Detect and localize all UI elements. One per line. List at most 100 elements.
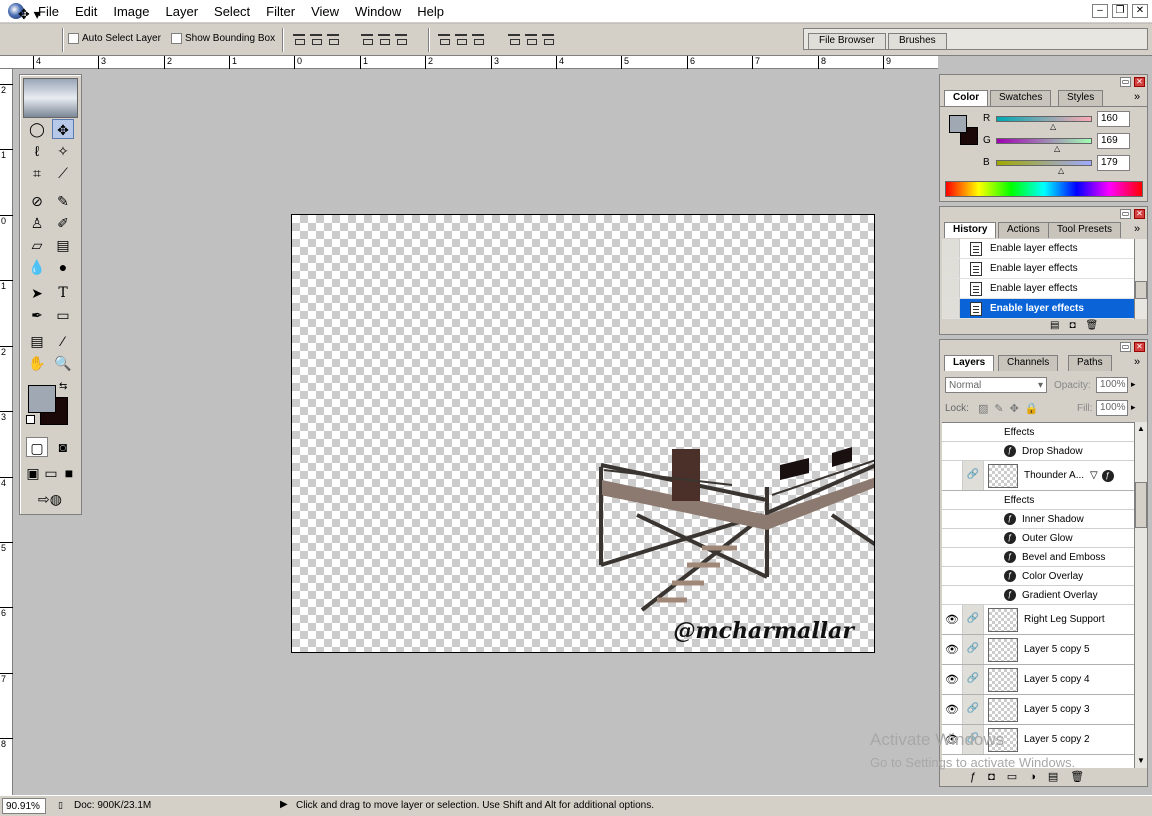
add-layer-style-icon[interactable]: ƒ — [970, 771, 988, 783]
pen-icon[interactable]: ✒ — [26, 305, 48, 325]
effects-group-row[interactable]: Effects — [942, 423, 1134, 442]
fill-field[interactable]: 100% — [1096, 400, 1128, 416]
default-colors-icon[interactable] — [26, 415, 35, 424]
restore-icon[interactable]: ❐ — [1112, 4, 1128, 18]
eye-icon[interactable]: 👁 — [942, 673, 962, 686]
eyedropper-icon[interactable]: ⁄ — [52, 331, 74, 351]
link-icon[interactable]: 🔗 — [962, 461, 984, 490]
menu-layer[interactable]: Layer — [158, 4, 207, 19]
blue-slider[interactable] — [996, 160, 1092, 166]
new-group-icon[interactable]: ▭ — [1007, 771, 1029, 783]
effect-row[interactable]: ƒ Gradient Overlay — [942, 586, 1134, 605]
effect-row[interactable]: ƒ Color Overlay — [942, 567, 1134, 586]
history-item[interactable]: Enable layer effects — [942, 259, 1134, 279]
menu-view[interactable]: View — [303, 4, 347, 19]
effect-row[interactable]: ƒ Drop Shadow — [942, 442, 1134, 461]
red-slider-handle-icon[interactable]: △ — [1050, 122, 1056, 131]
green-value-field[interactable]: 169 — [1097, 133, 1130, 149]
align-left-icon[interactable] — [360, 31, 374, 45]
file-browser-tab[interactable]: File Browser — [808, 33, 886, 49]
menu-select[interactable]: Select — [206, 4, 258, 19]
quick-mask-icon[interactable]: ◙ — [52, 437, 74, 457]
fill-arrow-icon[interactable]: ▸ — [1131, 402, 1136, 413]
rectangle-shape-icon[interactable]: ▭ — [52, 305, 74, 325]
hand-icon[interactable]: ✋ — [26, 353, 48, 373]
show-bounding-box-checkbox[interactable]: Show Bounding Box — [171, 33, 275, 44]
document-canvas[interactable]: @mcharmallar — [291, 214, 875, 653]
clone-stamp-icon[interactable]: ♙ — [26, 213, 48, 233]
lock-all-icon[interactable]: 🔒 — [1025, 403, 1045, 415]
slice-icon[interactable]: ⟋ — [52, 163, 74, 183]
green-slider[interactable] — [996, 138, 1092, 144]
history-snapshot-checkbox[interactable] — [942, 259, 960, 278]
tab-tool-presets[interactable]: Tool Presets — [1048, 222, 1122, 238]
eye-icon[interactable]: 👁 — [942, 643, 962, 656]
trash-icon[interactable]: 🗑 — [1070, 771, 1096, 783]
blue-slider-handle-icon[interactable]: △ — [1058, 166, 1064, 175]
tab-actions[interactable]: Actions — [998, 222, 1049, 238]
lock-image-icon[interactable]: ✎ — [994, 403, 1009, 415]
tab-color[interactable]: Color — [944, 90, 989, 106]
color-spectrum-ramp[interactable] — [945, 181, 1143, 197]
effects-expand-icon[interactable]: ▽ — [1090, 470, 1098, 481]
checkbox-box[interactable] — [68, 33, 79, 44]
red-slider[interactable] — [996, 116, 1092, 122]
standard-mode-icon[interactable]: ▢ — [26, 437, 48, 457]
zoom-icon[interactable]: 🔍 — [52, 353, 74, 373]
dodge-icon[interactable]: ● — [52, 257, 74, 277]
panel-close-icon[interactable]: ✕ — [1134, 342, 1145, 352]
auto-select-layer-checkbox[interactable]: Auto Select Layer — [68, 33, 161, 44]
trash-icon[interactable]: 🗑 — [1086, 320, 1109, 331]
link-icon[interactable]: 🔗 — [962, 665, 984, 694]
distribute-top-icon[interactable] — [437, 31, 451, 45]
add-mask-icon[interactable]: ◘ — [988, 771, 1007, 783]
panel-menu-icon[interactable]: » — [1134, 223, 1140, 235]
eraser-icon[interactable]: ▱ — [26, 235, 48, 255]
lasso-icon[interactable]: ℓ — [26, 141, 48, 161]
layer-row[interactable]: 👁 🔗 Layer 5 copy 4 — [942, 665, 1134, 695]
history-scrollbar[interactable] — [1134, 239, 1147, 319]
link-icon[interactable]: 🔗 — [962, 605, 984, 634]
history-brush-icon[interactable]: ✐ — [52, 213, 74, 233]
align-bottom-icon[interactable] — [326, 31, 340, 45]
distribute-left-icon[interactable] — [507, 31, 521, 45]
history-snapshot-checkbox[interactable] — [942, 239, 960, 258]
swap-colors-icon[interactable]: ⇆ — [59, 381, 67, 392]
history-scroll-thumb[interactable] — [1135, 281, 1147, 299]
panel-minimize-icon[interactable]: ▭ — [1120, 77, 1131, 87]
menu-window[interactable]: Window — [347, 4, 409, 19]
type-tool-icon[interactable]: T — [52, 283, 74, 303]
history-snapshot-checkbox[interactable] — [942, 299, 960, 318]
align-right-icon[interactable] — [394, 31, 408, 45]
scroll-up-icon[interactable]: ▲ — [1137, 424, 1145, 433]
opacity-arrow-icon[interactable]: ▸ — [1131, 379, 1136, 390]
red-value-field[interactable]: 160 — [1097, 111, 1130, 127]
checkbox-box[interactable] — [171, 33, 182, 44]
new-layer-icon[interactable]: ▤ — [1048, 771, 1070, 783]
standard-screen-icon[interactable]: ▣ — [24, 463, 42, 483]
lock-transparency-icon[interactable]: ▨ — [978, 403, 994, 415]
tab-history[interactable]: History — [944, 222, 997, 238]
history-item[interactable]: Enable layer effects — [942, 239, 1134, 259]
move-tool-preset-icon[interactable]: ✥ ▾ — [18, 6, 58, 26]
panel-minimize-icon[interactable]: ▭ — [1120, 342, 1131, 352]
panel-minimize-icon[interactable]: ▭ — [1120, 209, 1131, 219]
toolbox-logo[interactable] — [23, 78, 78, 118]
move-tool-icon[interactable]: ✥ — [52, 119, 74, 139]
layer-row-thunder[interactable]: 🔗 Thounder A... ▽ ƒ — [942, 461, 1134, 491]
tab-channels[interactable]: Channels — [998, 355, 1059, 371]
adjustment-layer-icon[interactable]: ◑ — [1029, 771, 1048, 783]
history-snapshot-checkbox[interactable] — [942, 279, 960, 298]
zoom-field[interactable]: 90.91% — [2, 798, 46, 814]
gradient-icon[interactable]: ▤ — [52, 235, 74, 255]
align-vcenter-icon[interactable] — [309, 31, 323, 45]
foreground-color-swatch[interactable] — [28, 385, 56, 413]
green-slider-handle-icon[interactable]: △ — [1054, 144, 1060, 153]
color-panel-foreground-swatch[interactable] — [949, 115, 967, 133]
opacity-field[interactable]: 100% — [1096, 377, 1128, 393]
blend-mode-select[interactable]: Normal ▾ — [945, 377, 1047, 393]
effect-row[interactable]: ƒ Inner Shadow — [942, 510, 1134, 529]
eye-icon[interactable]: 👁 — [942, 613, 962, 626]
menu-help[interactable]: Help — [409, 4, 452, 19]
align-top-icon[interactable] — [292, 31, 306, 45]
